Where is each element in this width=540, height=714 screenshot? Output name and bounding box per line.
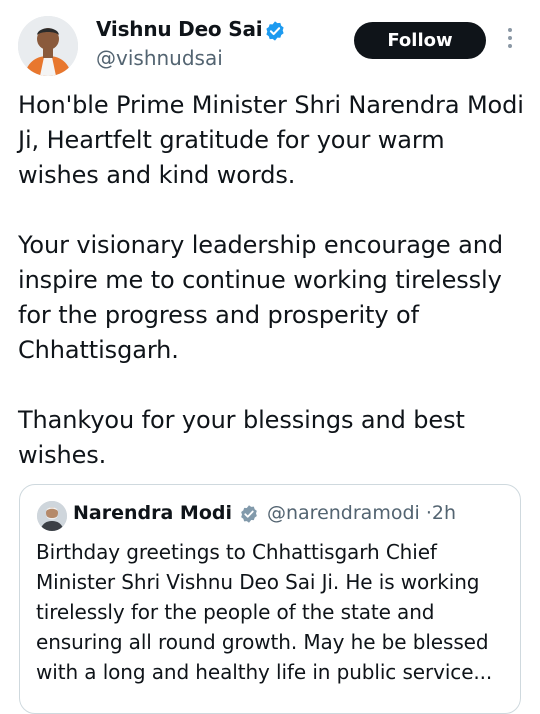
more-vertical-icon[interactable] bbox=[503, 28, 517, 54]
quoted-tweet-card[interactable]: Narendra Modi @narendramodi ·2h Birthday… bbox=[19, 484, 521, 714]
author-avatar[interactable] bbox=[18, 16, 78, 76]
author-handle[interactable]: @vishnudsai bbox=[96, 46, 223, 70]
verified-badge-icon bbox=[266, 21, 284, 41]
gray-verified-badge-icon bbox=[241, 505, 257, 523]
quoted-author-handle[interactable]: @narendramodi bbox=[267, 502, 420, 524]
quoted-avatar-image bbox=[37, 501, 67, 531]
author-name[interactable]: Vishnu Deo Sai bbox=[96, 17, 263, 41]
quoted-tweet-text: Birthday greetings to Chhattisgarh Chief… bbox=[36, 540, 493, 684]
quoted-author-avatar[interactable] bbox=[37, 501, 67, 531]
quoted-meta: @narendramodi ·2h bbox=[267, 502, 456, 524]
follow-button[interactable]: Follow bbox=[354, 22, 486, 59]
quoted-timestamp[interactable]: 2h bbox=[432, 502, 456, 524]
verified-badge-shape bbox=[266, 21, 284, 41]
tweet-text: Hon'ble Prime Minister Shri Narendra Mod… bbox=[18, 91, 524, 469]
avatar-image bbox=[18, 16, 78, 76]
quoted-author-name[interactable]: Narendra Modi bbox=[73, 502, 232, 524]
